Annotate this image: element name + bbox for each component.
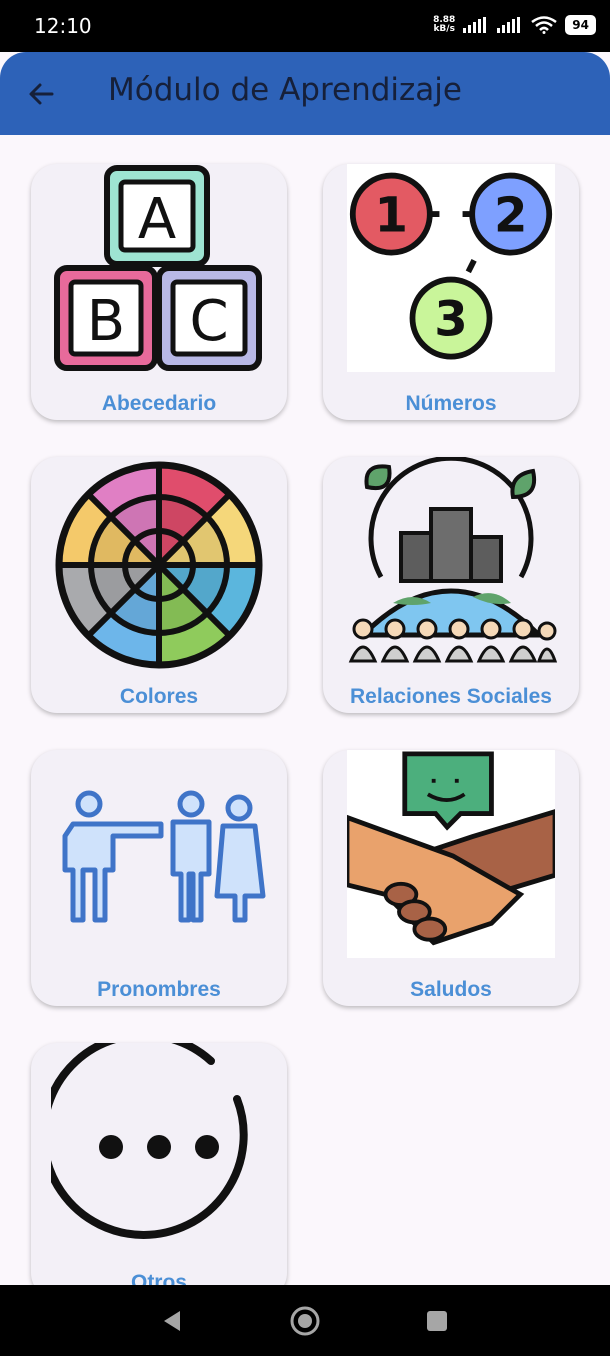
status-icons: 8.88 kB/s 94 xyxy=(433,15,596,35)
card-label: Números xyxy=(405,392,497,415)
numbers-icon: 1 2 3 xyxy=(347,164,555,372)
module-card-abecedario[interactable]: A B C Abecedario xyxy=(31,164,287,420)
module-grid: A B C Abecedario 1 2 3 Números Colores R… xyxy=(0,135,610,1285)
block-letter-c: C xyxy=(189,289,228,354)
abc-blocks-icon: A B C xyxy=(54,165,262,371)
block-letter-a: A xyxy=(138,187,176,252)
nav-back-icon[interactable] xyxy=(156,1305,188,1337)
nav-home-icon[interactable] xyxy=(289,1305,321,1337)
module-card-numeros[interactable]: 1 2 3 Números xyxy=(323,164,579,420)
nav-recents-icon[interactable] xyxy=(421,1305,453,1337)
more-options-icon xyxy=(51,1043,248,1239)
module-card-saludos[interactable]: Saludos xyxy=(323,750,579,1006)
app-bar: Módulo de Aprendizaje xyxy=(0,52,610,135)
card-label: Pronombres xyxy=(97,978,221,1001)
network-speed: 8.88 kB/s xyxy=(433,16,455,34)
status-time: 12:10 xyxy=(34,14,92,38)
status-bar: 12:10 8.88 kB/s 94 xyxy=(0,0,610,52)
network-speed-unit: kB/s xyxy=(433,24,455,34)
card-label: Colores xyxy=(119,685,199,708)
back-arrow-icon[interactable] xyxy=(24,74,64,114)
module-card-pronombres[interactable]: Pronombres xyxy=(31,750,287,1006)
card-label: Relaciones Sociales xyxy=(350,685,552,708)
color-wheel-icon xyxy=(55,461,263,669)
signal-icon-2 xyxy=(497,17,521,33)
page-title: Módulo de Aprendizaje xyxy=(108,72,462,108)
community-earth-icon xyxy=(348,457,558,663)
signal-icon xyxy=(463,17,487,33)
digit-3: 3 xyxy=(434,291,468,347)
block-letter-b: B xyxy=(87,289,125,354)
card-label: Saludos xyxy=(410,978,492,1001)
wifi-icon xyxy=(531,16,558,34)
digit-2: 2 xyxy=(494,187,528,243)
module-card-relaciones-sociales[interactable]: Relaciones Sociales xyxy=(323,457,579,713)
digit-1: 1 xyxy=(375,187,409,243)
system-nav-bar xyxy=(0,1285,610,1356)
module-card-colores[interactable]: Colores xyxy=(31,457,287,713)
card-label: Abecedario xyxy=(101,392,217,415)
handshake-icon xyxy=(347,750,555,958)
card-label: Otros xyxy=(130,1271,187,1285)
module-card-otros[interactable]: Otros xyxy=(31,1043,287,1285)
people-pointing-icon xyxy=(62,790,266,923)
battery-icon: 94 xyxy=(565,15,596,35)
